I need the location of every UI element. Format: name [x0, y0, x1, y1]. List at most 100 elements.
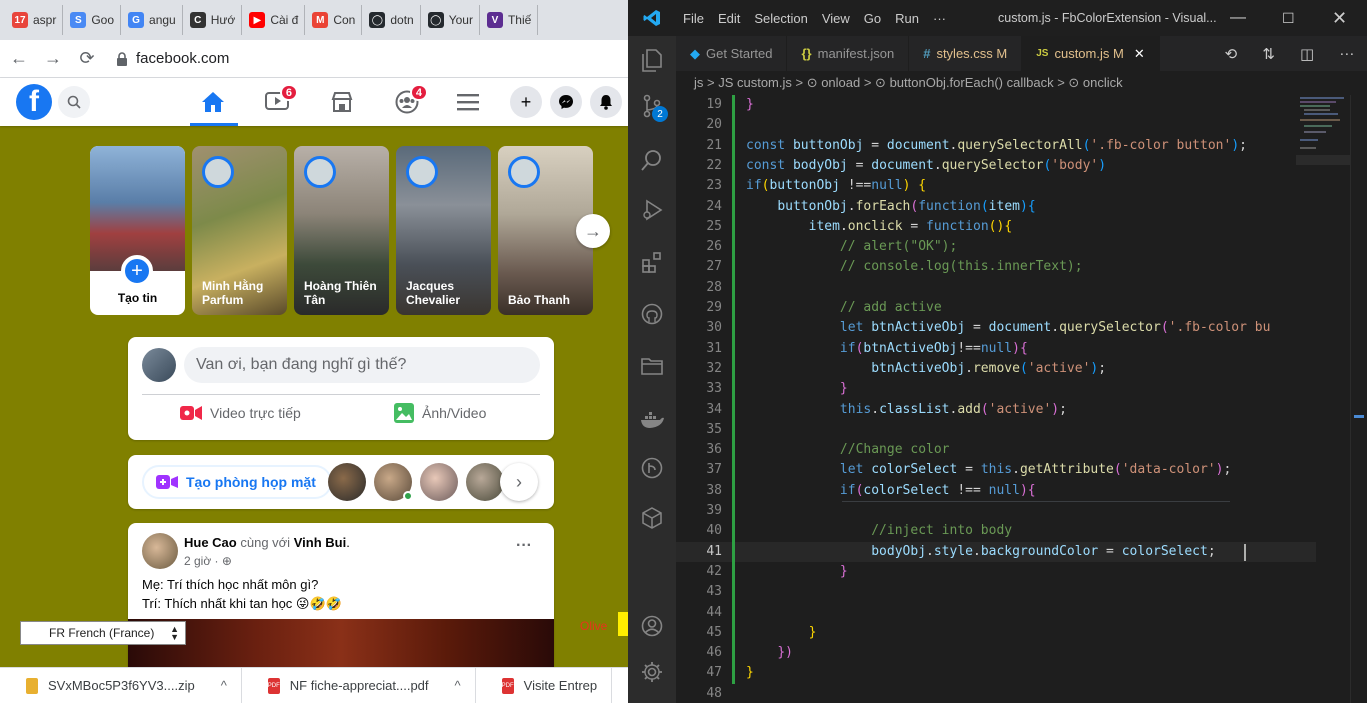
language-select[interactable]: FR French (France) ▲ ▼	[20, 621, 186, 645]
download-menu-chevron-icon[interactable]: ^	[455, 678, 461, 693]
code-line[interactable]: 27 // console.log(this.innerText);	[676, 257, 1316, 277]
facebook-logo-icon[interactable]: f	[16, 84, 52, 120]
code-line[interactable]: 24 buttonObj.forEach(function(item){	[676, 197, 1316, 217]
home-icon[interactable]	[200, 90, 226, 114]
code-line[interactable]: 21 const buttonObj = document.querySelect…	[676, 136, 1316, 156]
code-line[interactable]: 35	[676, 420, 1316, 440]
explorer-icon[interactable]	[640, 48, 664, 72]
run-debug-icon[interactable]	[640, 198, 664, 222]
code-line[interactable]: 41 bodyObj.style.backgroundColor = color…	[676, 541, 1316, 562]
create-room-button[interactable]: Tạo phòng họp mặt	[142, 465, 332, 499]
url-box[interactable]: facebook.com	[116, 50, 229, 67]
browser-tab[interactable]: S Goo	[64, 5, 122, 35]
rooms-next-arrow-icon[interactable]: ›	[500, 463, 538, 501]
settings-gear-icon[interactable]	[640, 660, 664, 684]
download-menu-chevron-icon[interactable]: ^	[221, 678, 227, 693]
editor-tab[interactable]: # styles.css M	[909, 36, 1023, 71]
menu-item-[interactable]: ···	[926, 11, 953, 26]
code-line[interactable]: 48	[676, 684, 1316, 703]
contact-avatar[interactable]	[328, 463, 366, 501]
reload-icon[interactable]: ⟳	[78, 48, 96, 69]
code-line[interactable]: 33 }	[676, 379, 1316, 399]
remote-explorer-icon[interactable]	[640, 506, 664, 530]
editor-scrollbar[interactable]	[1350, 95, 1364, 703]
code-line[interactable]: 34 this.classList.add('active');	[676, 400, 1316, 420]
split-editor-icon[interactable]: ◫	[1300, 45, 1314, 63]
live-video-button[interactable]: Video trực tiếp	[180, 405, 301, 421]
photo-video-button[interactable]: Ảnh/Video	[394, 403, 486, 423]
editor-tab[interactable]: JS custom.js M ✕	[1022, 36, 1160, 71]
story-card[interactable]: Hoàng Thiên Tân	[294, 146, 389, 315]
code-line[interactable]: 47}	[676, 663, 1316, 683]
code-line[interactable]: 26 // alert("OK");	[676, 237, 1316, 257]
create-plus-icon[interactable]: +	[510, 86, 542, 118]
code-line[interactable]: 42 }	[676, 562, 1316, 582]
browser-tab[interactable]: ◯ dotn	[363, 5, 421, 35]
browser-tab[interactable]: C Hướ	[184, 5, 243, 35]
download-item[interactable]: SVxMBoc5P3f6YV3....zip ^	[0, 668, 242, 703]
editor-tab[interactable]: {} manifest.json	[787, 36, 910, 71]
code-line[interactable]: 19}	[676, 95, 1316, 115]
post-author-avatar[interactable]	[142, 533, 178, 569]
download-item[interactable]: PDF NF fiche-appreciat....pdf ^	[242, 668, 476, 703]
search-icon[interactable]	[640, 148, 664, 172]
download-item[interactable]: PDF Visite Entrep	[476, 668, 613, 703]
more-actions-icon[interactable]: ···	[1339, 45, 1354, 62]
story-card[interactable]: Jacques Chevalier	[396, 146, 491, 315]
code-line[interactable]: 29 // add active	[676, 298, 1316, 318]
code-editor[interactable]: 19} 20 21 const buttonObj = document.queryS…	[676, 95, 1316, 703]
post-more-icon[interactable]: ···	[516, 537, 532, 555]
extensions-icon[interactable]	[640, 250, 664, 274]
code-line[interactable]: 23 if(buttonObj !==null) {	[676, 176, 1316, 196]
maximize-icon[interactable]: ☐	[1282, 10, 1295, 27]
menu-item-edit[interactable]: Edit	[711, 11, 747, 26]
browser-tab[interactable]: 17 aspr	[6, 5, 64, 35]
menu-item-selection[interactable]: Selection	[747, 11, 814, 26]
code-line[interactable]: 25 item.onclick = function(){	[676, 217, 1316, 237]
messenger-icon[interactable]	[550, 86, 582, 118]
code-line[interactable]: 28	[676, 278, 1316, 298]
minimize-icon[interactable]: —	[1230, 9, 1246, 27]
menu-item-file[interactable]: File	[676, 11, 711, 26]
notifications-bell-icon[interactable]	[590, 86, 622, 118]
menu-item-go[interactable]: Go	[857, 11, 888, 26]
code-line[interactable]: 39	[676, 501, 1316, 521]
browser-tab[interactable]: V Thiế	[481, 5, 539, 35]
code-line[interactable]: 43	[676, 582, 1316, 602]
forward-icon[interactable]: →	[44, 48, 62, 69]
menu-item-view[interactable]: View	[815, 11, 857, 26]
code-line[interactable]: 44	[676, 603, 1316, 623]
menu-item-run[interactable]: Run	[888, 11, 926, 26]
account-icon[interactable]	[640, 614, 664, 638]
watch-icon[interactable]: 6	[264, 84, 298, 114]
color-swatch[interactable]	[618, 612, 628, 636]
code-line[interactable]: 37 let colorSelect = this.getAttribute('…	[676, 460, 1316, 480]
code-line[interactable]: 20	[676, 115, 1316, 135]
composer-input[interactable]: Van ơi, bạn đang nghĩ gì thế?	[184, 347, 540, 383]
timeline-icon[interactable]: ⟲	[1225, 45, 1238, 63]
back-icon[interactable]: ←	[10, 48, 28, 69]
browser-tab[interactable]: Gangu	[122, 5, 183, 35]
editor-tab[interactable]: ◆ Get Started	[676, 36, 788, 71]
minimap[interactable]	[1296, 95, 1354, 195]
docker-icon[interactable]	[640, 408, 664, 432]
olive-color-label[interactable]: Olive	[580, 619, 607, 633]
folder-icon[interactable]	[640, 354, 664, 378]
compare-changes-icon[interactable]: ⇅	[1262, 45, 1275, 63]
contact-avatar[interactable]	[466, 463, 504, 501]
post-author[interactable]: Hue Cao	[184, 535, 237, 550]
code-line[interactable]: 22 const bodyObj = document.querySelector…	[676, 156, 1316, 176]
source-control-icon[interactable]: 2	[640, 94, 668, 122]
post-time[interactable]: 2 giờ · ⊕	[184, 554, 232, 568]
breadcrumb[interactable]: js > JS custom.js > ⊙ onload > ⊙ buttonO…	[676, 71, 1367, 95]
browser-tab[interactable]: M Con	[306, 5, 363, 35]
post-tagged-user[interactable]: Vinh Bui	[294, 535, 346, 550]
browser-tab[interactable]: ◯ Your	[422, 5, 480, 35]
code-line[interactable]: 38 if(colorSelect !== null){	[676, 481, 1316, 501]
search-icon[interactable]	[58, 86, 90, 118]
code-line[interactable]: 45 }	[676, 623, 1316, 643]
code-line[interactable]: 36 //Change color	[676, 440, 1316, 460]
code-line[interactable]: 46 })	[676, 643, 1316, 663]
stories-next-arrow-icon[interactable]: →	[576, 214, 610, 248]
close-icon[interactable]: ✕	[1332, 8, 1347, 29]
